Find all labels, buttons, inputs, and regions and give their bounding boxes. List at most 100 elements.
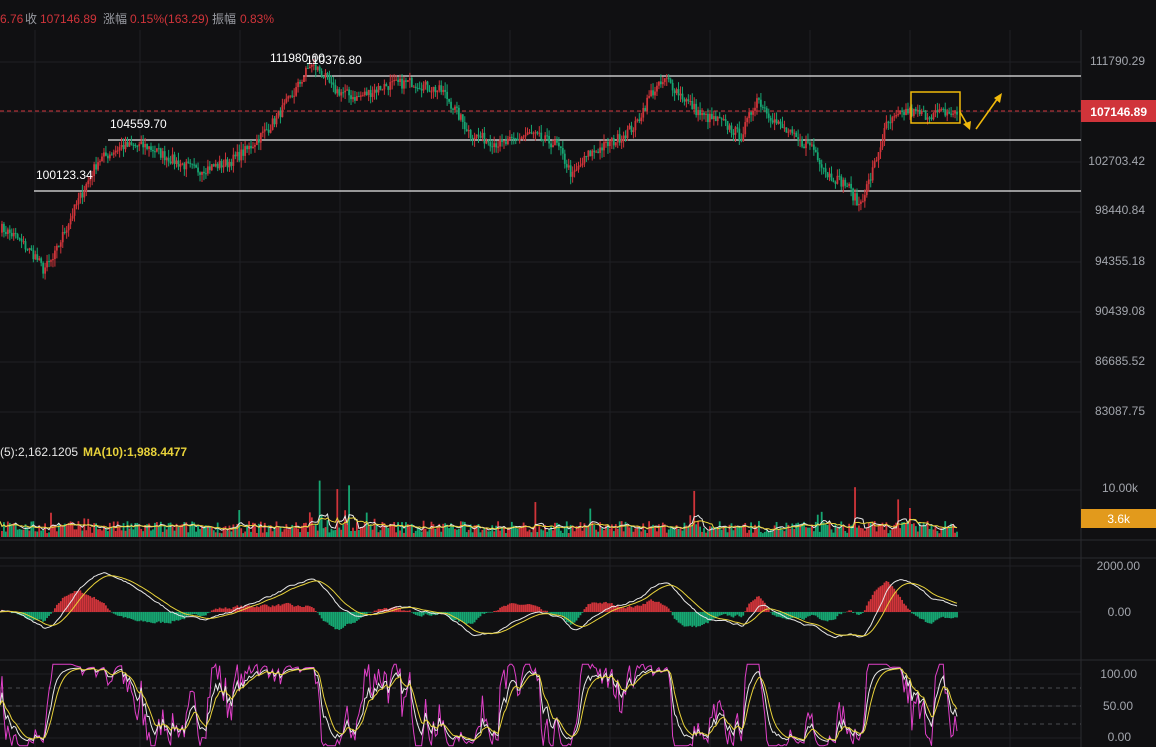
volume-bar — [805, 527, 807, 537]
candle-body — [681, 93, 684, 100]
candle-body — [820, 164, 823, 168]
volume-bar — [228, 525, 231, 537]
macd-histogram-bar — [277, 604, 280, 612]
amplitude-label: 振幅 — [212, 11, 236, 26]
volume-bar — [208, 526, 211, 537]
volume-bar — [807, 527, 809, 537]
macd-histogram-bar — [281, 604, 284, 612]
candle-body — [707, 113, 709, 123]
candle-body — [608, 141, 611, 147]
candle-body — [191, 163, 194, 165]
amplitude-value: 0.83% — [240, 12, 274, 26]
candle-body — [546, 135, 549, 137]
macd-histogram-bar — [430, 612, 433, 616]
macd-histogram-bar — [693, 612, 696, 626]
macd-histogram-bar — [114, 612, 117, 615]
candle-body — [514, 138, 517, 140]
volume-bar — [140, 528, 143, 537]
candle-body — [865, 184, 868, 196]
volume-bar — [161, 531, 164, 537]
macd-histogram-bar — [626, 607, 629, 612]
volume-bar — [379, 530, 382, 537]
macd-histogram-bar — [869, 599, 872, 612]
macd-histogram-bar — [377, 608, 380, 612]
candle-body — [50, 260, 52, 262]
volume-bar — [816, 514, 819, 537]
candle-body — [430, 91, 433, 93]
macd-histogram-bar — [265, 604, 268, 612]
price-tick: 102703.42 — [1088, 154, 1145, 168]
macd-histogram-bar — [314, 610, 317, 612]
candle-body — [542, 139, 545, 141]
candle-body — [934, 110, 937, 113]
volume-bar — [426, 531, 429, 537]
volume-bar — [861, 528, 864, 537]
macd-histogram-bar — [591, 602, 594, 612]
candle-body — [130, 142, 133, 145]
macd-histogram-bar — [689, 612, 692, 626]
macd-histogram-bar — [365, 612, 368, 614]
macd-histogram-bar — [569, 612, 572, 625]
candle-body — [293, 95, 296, 97]
volume-bar — [34, 531, 37, 537]
volume-bar — [395, 532, 398, 537]
volume-bar — [328, 532, 331, 537]
macd-histogram-bar — [61, 597, 64, 612]
macd-histogram-bar — [99, 601, 101, 612]
macd-histogram-bar — [681, 612, 684, 626]
macd-histogram-bar — [683, 612, 686, 627]
macd-histogram-bar — [287, 602, 290, 612]
macd-histogram-bar — [487, 612, 490, 613]
macd-histogram-bar — [730, 612, 733, 617]
candle-body — [277, 110, 280, 116]
volume-bar — [640, 531, 643, 537]
candle-body — [854, 193, 856, 201]
candle-body — [693, 103, 696, 110]
candle-body — [918, 109, 921, 115]
macd-histogram-bar — [352, 612, 354, 623]
candle-body — [897, 114, 900, 116]
volume-bar — [830, 529, 833, 537]
candle-body — [203, 171, 205, 174]
volume-bar — [104, 528, 107, 537]
volume-bar — [934, 525, 937, 537]
candle-body — [499, 139, 501, 147]
candle-body — [255, 139, 258, 145]
volume-bar — [826, 525, 829, 537]
macd-histogram-bar — [661, 604, 664, 612]
macd-histogram-bar — [118, 612, 121, 616]
candle-body — [197, 167, 199, 173]
macd-histogram-bar — [167, 612, 170, 624]
macd-histogram-bar — [483, 612, 486, 614]
volume-bar — [630, 526, 633, 537]
macd-histogram-bar — [55, 604, 58, 612]
macd-histogram-bar — [822, 612, 825, 621]
volume-bar — [316, 530, 319, 537]
macd-histogram-bar — [91, 597, 94, 612]
candle-body — [393, 79, 396, 82]
candle-body — [489, 142, 492, 147]
candle-body — [599, 147, 601, 153]
macd-histogram-bar — [773, 612, 776, 616]
candle-body — [742, 134, 745, 142]
macd-histogram-bar — [155, 612, 158, 623]
macd-histogram-bar — [895, 591, 898, 612]
candle-body — [861, 201, 864, 203]
macd-histogram-bar — [50, 612, 52, 614]
price-chart[interactable]: 6.76 收 107146.89 涨幅 0.15%(163.29) 振幅 0.8… — [0, 0, 1156, 747]
volume-bar — [55, 531, 58, 537]
volume-bar — [597, 531, 600, 537]
macd-histogram-bar — [401, 610, 403, 612]
macd-histogram-bar — [65, 595, 68, 612]
volume-bar — [79, 525, 82, 537]
volume-bar — [91, 532, 94, 537]
macd-histogram-bar — [463, 612, 466, 624]
candle-body — [785, 127, 788, 133]
macd-histogram-bar — [101, 602, 103, 612]
candle-body — [122, 144, 125, 150]
candle-body — [956, 111, 958, 115]
volume-bar — [938, 533, 941, 537]
candle-body — [840, 176, 843, 187]
candle-body — [675, 89, 678, 94]
macd-histogram-bar — [212, 609, 215, 612]
